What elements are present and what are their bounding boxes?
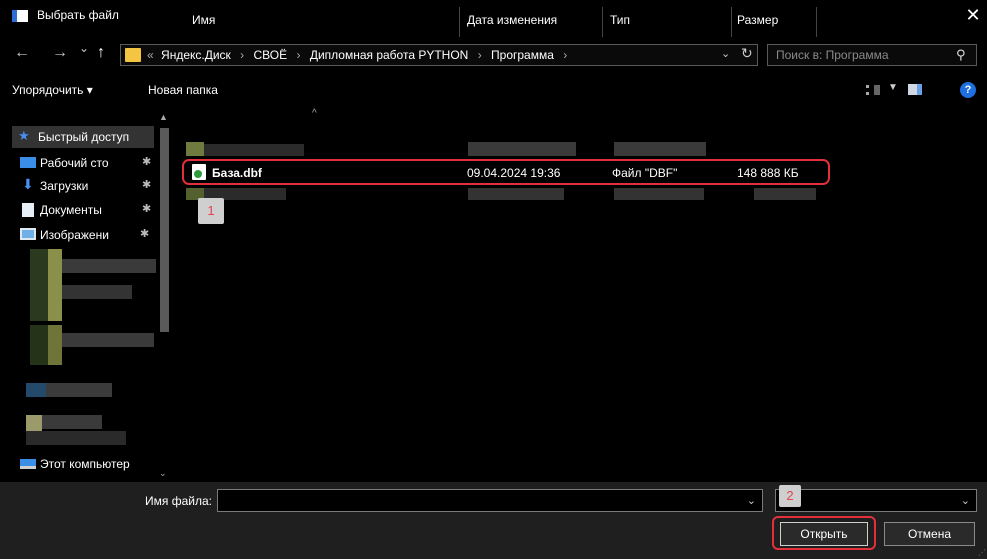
command-toolbar: Упорядочить ▾ Новая папка ▼ ? (0, 78, 987, 102)
computer-icon (20, 459, 36, 469)
preview-pane-icon[interactable] (908, 84, 922, 95)
sidebar-item-quick-access[interactable]: ★ Быстрый доступ (12, 126, 154, 148)
breadcrumb: « Яндекс.Диск › СВОЁ › Дипломная работа … (147, 48, 573, 62)
recent-locations-chevron-icon[interactable]: ⌄ (79, 41, 89, 55)
column-header-label: Дата изменения (467, 13, 558, 27)
file-size: 148 888 КБ (737, 166, 799, 180)
scrollbar-thumb[interactable] (160, 128, 169, 332)
address-bar[interactable]: « Яндекс.Диск › СВОЁ › Дипломная работа … (120, 44, 758, 66)
organize-menu-button[interactable]: Упорядочить ▾ (12, 83, 93, 97)
breadcrumb-item-diploma[interactable]: Дипломная работа PYTHON (310, 48, 469, 62)
breadcrumb-item-yandex-disk[interactable]: Яндекс.Диск (161, 48, 231, 62)
star-icon: ★ (18, 128, 30, 143)
breadcrumb-separator[interactable]: › (296, 48, 300, 62)
dbf-file-icon (192, 164, 206, 180)
breadcrumb-item-programma[interactable]: Программа (491, 48, 554, 62)
navigation-pane-scrollbar[interactable]: ▲ ⌄ (157, 112, 171, 482)
redacted-file-row (186, 142, 826, 156)
redacted-sidebar-entries (26, 249, 156, 449)
column-header-label: Тип (610, 13, 631, 27)
step-marker-2: 2 (779, 485, 801, 507)
open-button[interactable]: Открыть (780, 522, 868, 546)
column-header-name[interactable]: Имя (192, 7, 460, 37)
column-header-label: Размер (737, 13, 779, 27)
breadcrumb-separator[interactable]: › (240, 48, 244, 62)
filename-dropdown-chevron-icon[interactable]: ⌄ (747, 494, 756, 507)
scroll-down-icon[interactable]: ⌄ (159, 468, 167, 479)
pin-icon: ✱ (142, 179, 152, 191)
search-box[interactable]: Поиск в: Программа ⚲ (767, 44, 977, 66)
file-type: Файл "DBF" (612, 166, 678, 180)
file-type-filter-select[interactable]: ⌄ (775, 489, 977, 512)
view-options-icon[interactable] (866, 85, 880, 95)
sidebar-item-label: Документы (40, 203, 102, 217)
column-header-label: Имя (192, 13, 216, 27)
sidebar-item-label: Изображени (40, 228, 109, 242)
file-name[interactable]: База.dbf (212, 166, 262, 180)
breadcrumb-item-svoe[interactable]: СВОЁ (254, 48, 288, 62)
forward-arrow-icon[interactable]: → (52, 44, 68, 62)
window-app-icon (12, 10, 28, 22)
filename-input[interactable]: ⌄ (217, 489, 763, 512)
sort-ascending-icon: ^ (312, 108, 317, 119)
breadcrumb-separator[interactable]: › (563, 48, 567, 62)
sidebar-item-label: Загрузки (40, 179, 89, 193)
breadcrumb-overflow[interactable]: « (147, 48, 154, 62)
pin-icon: ✱ (142, 203, 152, 215)
pin-icon: ✱ (142, 156, 152, 168)
close-icon[interactable]: ✕ (962, 5, 984, 26)
sidebar-item-label: Быстрый доступ (38, 130, 130, 144)
filename-label: Имя файла: (145, 494, 212, 508)
image-icon (20, 228, 36, 240)
column-header-modified[interactable]: Дата изменения (467, 7, 603, 37)
folder-icon (125, 48, 141, 62)
cancel-button[interactable]: Отмена (884, 522, 975, 546)
file-modified-date: 09.04.2024 19:36 (467, 166, 561, 180)
refresh-icon[interactable]: ↻ (741, 45, 753, 62)
help-icon[interactable]: ? (960, 82, 976, 98)
view-options-chevron-icon[interactable]: ▼ (888, 82, 898, 93)
resize-grip-icon[interactable]: ⋰ (978, 548, 986, 557)
desktop-icon (20, 157, 36, 168)
new-folder-button[interactable]: Новая папка (148, 83, 218, 97)
address-dropdown-chevron-icon[interactable]: ⌄ (721, 47, 730, 60)
breadcrumb-separator[interactable]: › (478, 48, 482, 62)
scroll-up-icon[interactable]: ▲ (159, 112, 168, 122)
up-arrow-icon[interactable]: ↑ (97, 44, 105, 62)
column-header-type[interactable]: Тип (610, 7, 732, 37)
step-marker-1: 1 (198, 198, 224, 224)
column-header-size[interactable]: Размер (737, 7, 817, 37)
download-icon: ⬇ (22, 176, 34, 192)
navigation-bar: ← → ⌄ ↑ « Яндекс.Диск › СВОЁ › Дипломная… (0, 41, 987, 68)
back-arrow-icon[interactable]: ← (14, 44, 30, 62)
search-icon[interactable]: ⚲ (956, 47, 966, 63)
window-title: Выбрать файл (37, 8, 119, 22)
pin-icon: ✱ (140, 228, 150, 240)
filter-dropdown-chevron-icon[interactable]: ⌄ (961, 494, 970, 507)
document-icon (22, 203, 34, 217)
redacted-file-row (186, 188, 826, 202)
sidebar-item-label: Рабочий сто (40, 156, 109, 170)
sidebar-item-label: Этот компьютер (40, 457, 130, 471)
search-input[interactable]: Поиск в: Программа (776, 48, 889, 62)
